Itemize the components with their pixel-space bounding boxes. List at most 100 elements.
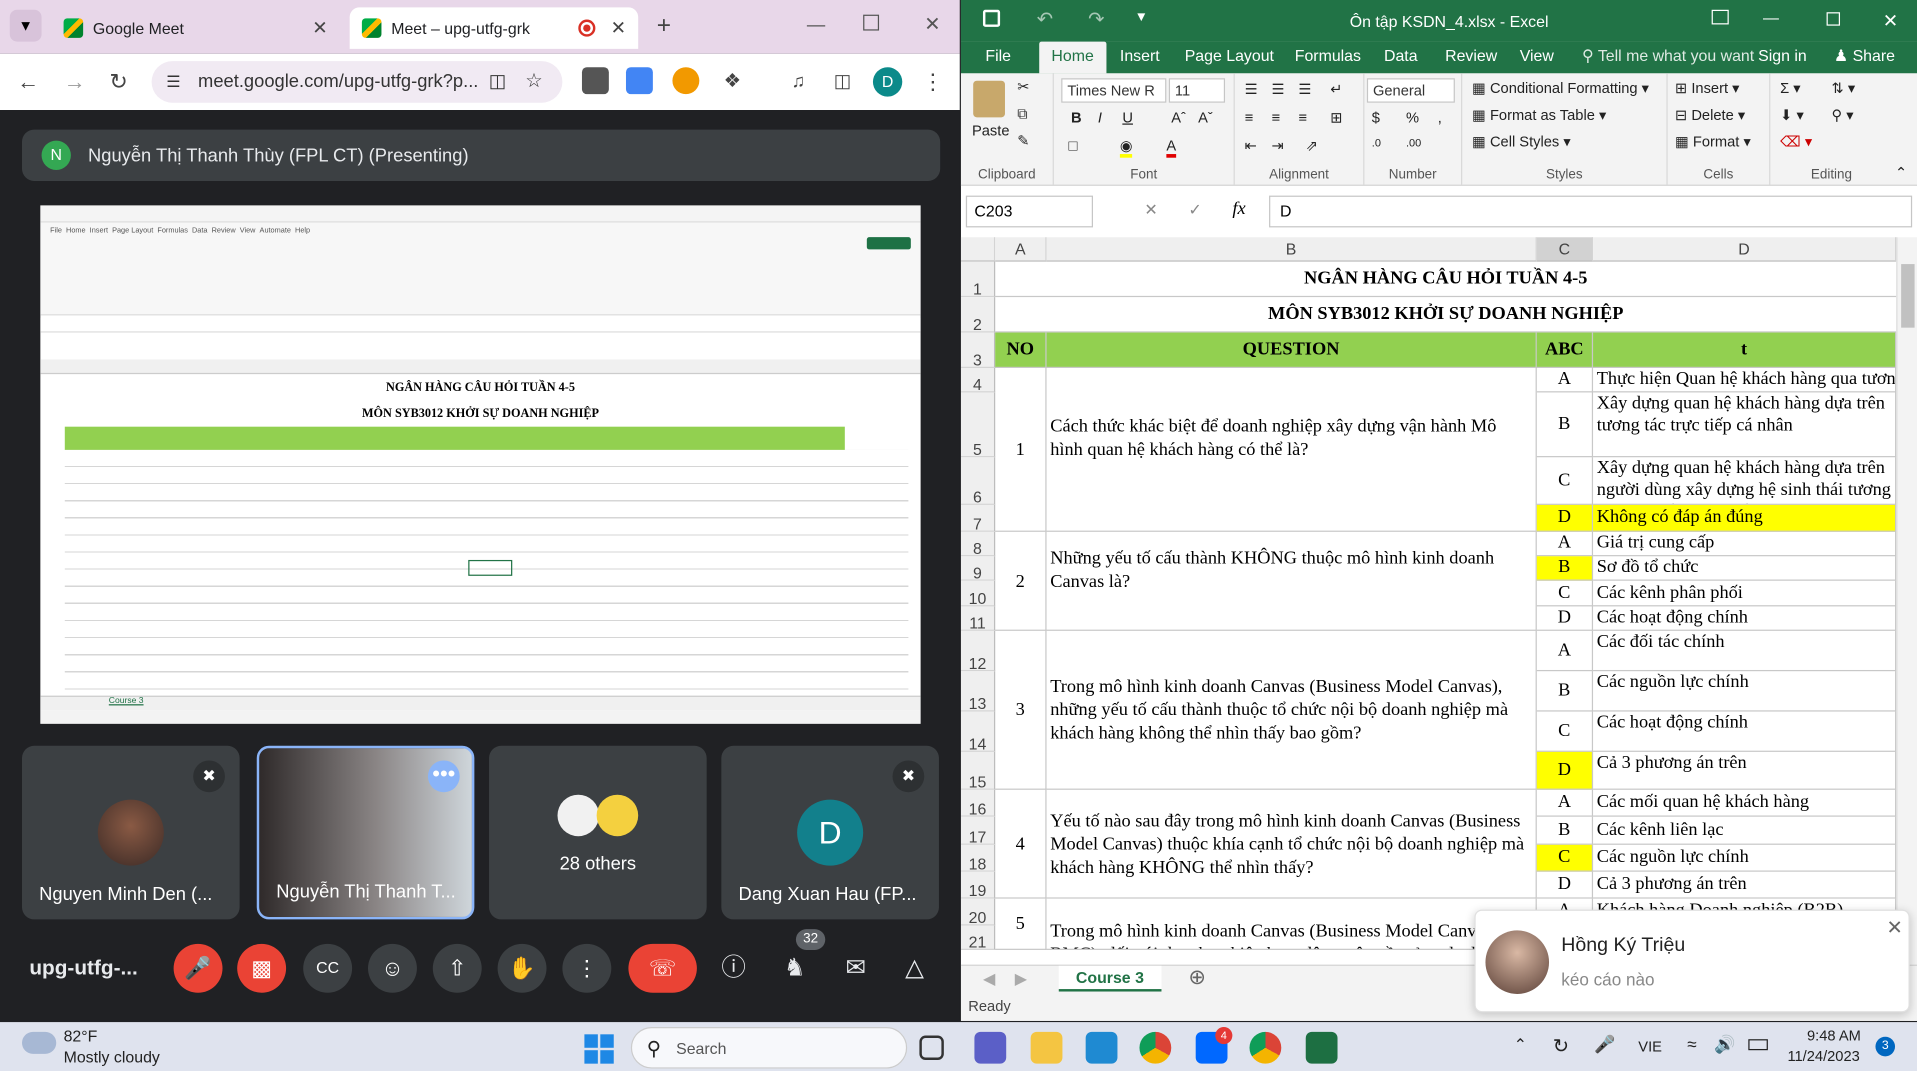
row-header[interactable]: 2 [960, 297, 996, 334]
align-right-icon[interactable]: ≡ [1298, 109, 1307, 126]
answer-text[interactable]: Các mối quan hệ khách hàng [1593, 789, 1897, 817]
insert-cells-button[interactable]: ⊞ Insert ▾ [1675, 79, 1740, 96]
close-window-button[interactable]: ✕ [1883, 10, 1898, 32]
maximize-button[interactable] [1826, 12, 1841, 26]
column-header[interactable]: D [1593, 237, 1897, 262]
weather-widget[interactable]: 82°F Mostly cloudy [22, 1027, 181, 1069]
people-icon[interactable]: ♞ [770, 944, 819, 993]
profile-avatar[interactable]: D [872, 67, 903, 97]
question-text[interactable]: Yếu tố nào sau đây trong mô hình kinh do… [1046, 789, 1537, 899]
format-as-table-button[interactable]: ▦ Format as Table ▾ [1472, 106, 1606, 123]
header-cell[interactable]: NO [995, 332, 1047, 369]
paste-icon[interactable] [973, 80, 1005, 118]
answer-letter[interactable]: B [1536, 392, 1594, 458]
bold-button[interactable]: B [1071, 109, 1082, 126]
wrap-text-icon[interactable]: ↵ [1330, 81, 1342, 98]
translate-icon[interactable] [625, 67, 653, 95]
save-icon[interactable] [982, 9, 1001, 27]
redo-icon[interactable]: ↷ [1088, 7, 1104, 31]
answer-text[interactable]: Sơ đồ tổ chức [1593, 556, 1897, 581]
row-header[interactable]: 15 [960, 751, 996, 791]
question-number[interactable]: 2 [995, 531, 1047, 631]
close-icon[interactable]: ✕ [1886, 916, 1902, 940]
borders-icon[interactable]: □ [1069, 137, 1078, 154]
answer-text[interactable]: Cả 3 phương án trên [1593, 871, 1897, 899]
vertical-scrollbar[interactable] [1896, 237, 1917, 965]
row-header[interactable]: 6 [960, 457, 996, 506]
taskbar-search[interactable]: ⚲ Search [630, 1026, 908, 1069]
microphone-icon[interactable]: 🎤 [1594, 1034, 1615, 1055]
raise-hand-button[interactable]: ✋ [497, 943, 547, 993]
font-name-dropdown[interactable]: Times New R [1061, 78, 1167, 103]
bookmark-star-icon[interactable]: ☆ [525, 61, 543, 103]
answer-text[interactable]: Các kênh phân phối [1593, 580, 1897, 607]
italic-button[interactable]: I [1098, 109, 1102, 126]
answer-text[interactable]: Các hoạt động chính [1593, 711, 1897, 752]
chat-notification[interactable]: Hồng Ký Triệu kéo cáo nào ✕ [1474, 909, 1910, 1013]
tell-me-search[interactable]: ⚲ Tell me what you want to [1582, 46, 1756, 66]
answer-letter[interactable]: B [1536, 816, 1594, 845]
undo-icon[interactable]: ↶ [1037, 7, 1053, 31]
question-number[interactable]: 4 [995, 789, 1047, 899]
align-middle-icon[interactable]: ☰ [1272, 81, 1285, 98]
row-header[interactable]: 7 [960, 504, 996, 533]
chrome-profile-icon[interactable] [1249, 1031, 1282, 1064]
answer-letter[interactable]: D [1536, 751, 1594, 790]
leave-call-button[interactable]: ☏ [628, 943, 697, 993]
row-header[interactable]: 17 [960, 816, 996, 846]
mic-off-button[interactable]: 🎤 [173, 943, 223, 993]
answer-letter[interactable]: A [1536, 789, 1594, 817]
align-left-icon[interactable]: ≡ [1245, 109, 1254, 126]
sheet-tab-course-3[interactable]: Course 3 [1058, 965, 1162, 993]
enter-icon[interactable]: ✓ [1188, 201, 1201, 221]
answer-text[interactable]: Các đối tác chính [1593, 630, 1897, 672]
more-options-icon[interactable]: ••• [427, 760, 460, 793]
clear-icon[interactable]: ⌫ ▾ [1780, 133, 1812, 150]
back-icon[interactable]: ← [12, 66, 44, 98]
cut-icon[interactable]: ✂ [1017, 78, 1029, 95]
answer-letter[interactable]: C [1536, 844, 1594, 872]
camera-icon[interactable]: ◫ [489, 61, 506, 103]
row-header[interactable]: 1 [960, 261, 996, 298]
minimize-button[interactable]: — [1763, 9, 1779, 27]
formula-input[interactable]: D [1269, 195, 1913, 228]
align-center-icon[interactable]: ≡ [1272, 109, 1281, 126]
decrease-decimal-icon[interactable]: .00 [1406, 137, 1421, 149]
row-header[interactable]: 19 [960, 871, 996, 900]
row-header[interactable]: 4 [960, 368, 996, 394]
chrome-icon[interactable] [1139, 1031, 1172, 1064]
customize-quick-access-icon[interactable]: ▼ [1135, 10, 1148, 25]
minimize-button[interactable]: — [807, 15, 825, 36]
column-header[interactable]: C [1536, 237, 1594, 262]
site-settings-icon[interactable]: ☰ [166, 61, 180, 103]
answer-letter[interactable]: A [1536, 531, 1594, 557]
decrease-indent-icon[interactable]: ⇤ [1245, 137, 1257, 154]
row-header[interactable]: 20 [960, 898, 996, 927]
sort-filter-icon[interactable]: ⇅ ▾ [1831, 79, 1855, 96]
format-cells-button[interactable]: ▦ Format ▾ [1675, 133, 1751, 150]
tab-file[interactable]: File [985, 46, 1011, 64]
volume-icon[interactable]: 🔊 [1714, 1034, 1735, 1055]
extension-icon[interactable] [581, 67, 609, 95]
captions-button[interactable]: CC [303, 943, 353, 993]
wifi-icon[interactable]: ≈ [1687, 1034, 1696, 1054]
row-header[interactable]: 13 [960, 671, 996, 713]
fill-color-icon[interactable]: ◉ [1119, 137, 1133, 158]
participant-tile[interactable]: D ✖ Dang Xuan Hau (FP... [721, 745, 939, 920]
chat-icon[interactable]: ✉ [831, 944, 880, 993]
paste-button[interactable]: Paste [972, 122, 1010, 139]
close-icon[interactable]: ✕ [312, 17, 327, 39]
language-indicator[interactable]: VIE [1638, 1038, 1662, 1055]
info-icon[interactable]: ⓘ [709, 944, 758, 993]
prev-sheet-icon[interactable]: ◀ [983, 970, 995, 990]
clock-date[interactable]: 11/24/2023 [1787, 1048, 1859, 1065]
answer-letter[interactable]: C [1536, 711, 1594, 752]
reload-icon[interactable]: ↻ [103, 66, 135, 98]
battery-icon[interactable] [1748, 1039, 1768, 1051]
camera-off-button[interactable]: ▩ [237, 943, 287, 993]
row-header[interactable]: 5 [960, 392, 996, 458]
header-cell[interactable]: t [1593, 332, 1897, 369]
tab-view[interactable]: View [1520, 46, 1554, 64]
answer-text[interactable]: Các nguồn lực chính [1593, 844, 1897, 872]
align-bottom-icon[interactable]: ☰ [1298, 81, 1311, 98]
